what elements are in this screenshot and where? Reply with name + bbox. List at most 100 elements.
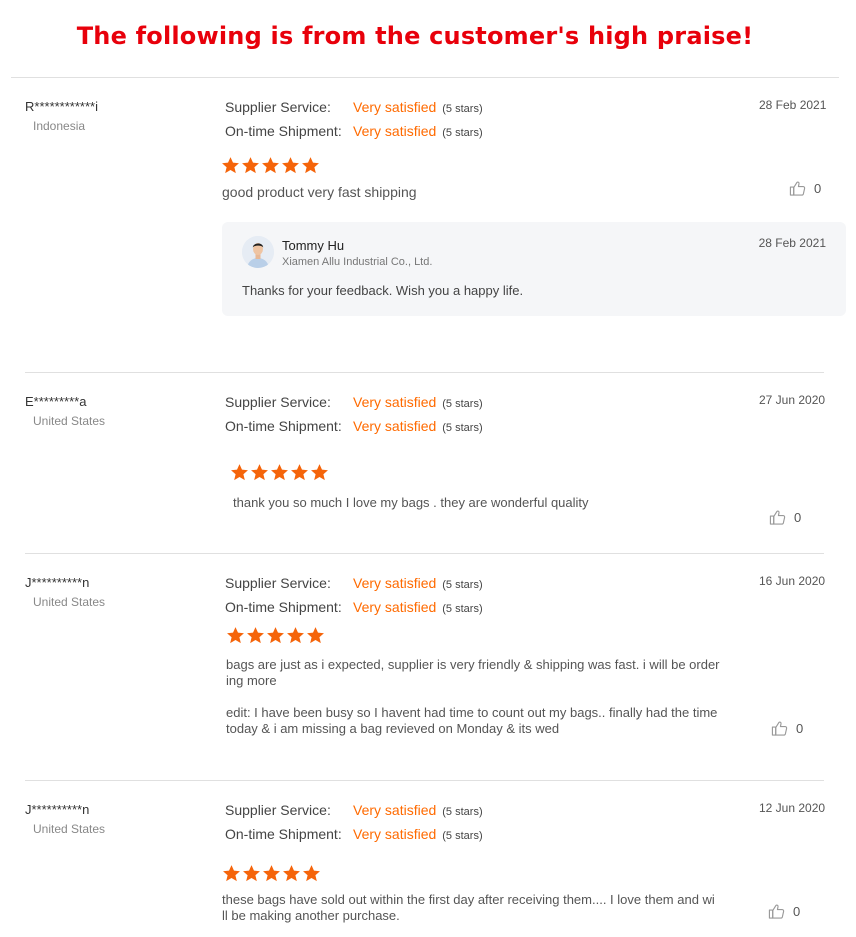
star-icon bbox=[226, 626, 245, 645]
like-button[interactable]: 0 bbox=[771, 720, 803, 737]
star-icon bbox=[242, 864, 261, 883]
review-comment: these bags have sold out within the firs… bbox=[222, 892, 715, 924]
review-comment: bags are just as i expected, supplier is… bbox=[226, 657, 720, 689]
rating-label: On-time Shipment: bbox=[225, 826, 342, 842]
rating-value: Very satisfied bbox=[353, 418, 437, 434]
star-icon bbox=[301, 156, 320, 175]
reply-text: Thanks for your feedback. Wish you a hap… bbox=[242, 283, 524, 298]
like-count: 0 bbox=[794, 510, 802, 525]
star-rating bbox=[221, 156, 320, 175]
rating-stars-text: (5 stars) bbox=[442, 127, 483, 139]
rating-value: Very satisfied bbox=[353, 826, 437, 842]
review-comment: thank you so much I love my bags . they … bbox=[233, 495, 589, 510]
rating-stars-text: (5 stars) bbox=[442, 103, 483, 115]
star-icon bbox=[241, 156, 260, 175]
like-button[interactable]: 0 bbox=[768, 903, 800, 920]
supplier-reply: Tommy Hu Xiamen Allu Industrial Co., Ltd… bbox=[222, 222, 846, 316]
reply-company: Xiamen Allu Industrial Co., Ltd. bbox=[282, 256, 433, 268]
shipment-rating: On-time Shipment: Very satisfied (5 stars) bbox=[225, 123, 483, 139]
shipment-rating: On-time Shipment: Very satisfied (5 stars) bbox=[225, 418, 483, 434]
star-icon bbox=[230, 463, 249, 482]
rating-label: Supplier Service: bbox=[225, 99, 331, 115]
like-count: 0 bbox=[796, 721, 804, 736]
star-icon bbox=[282, 864, 301, 883]
star-icon bbox=[250, 463, 269, 482]
like-count: 0 bbox=[793, 904, 801, 919]
buyer-name: J**********n bbox=[25, 802, 90, 817]
rating-value: Very satisfied bbox=[353, 802, 437, 818]
review-edit: edit: I have been busy so I havent had t… bbox=[226, 705, 717, 737]
star-icon bbox=[270, 463, 289, 482]
rating-value: Very satisfied bbox=[353, 123, 437, 139]
review-date: 28 Feb 2021 bbox=[759, 98, 827, 112]
like-count: 0 bbox=[814, 181, 822, 196]
rating-label: Supplier Service: bbox=[225, 575, 331, 591]
thumbs-up-icon bbox=[789, 180, 806, 197]
supplier-service-rating: Supplier Service: Very satisfied (5 stars) bbox=[225, 802, 483, 818]
rating-label: Supplier Service: bbox=[225, 394, 331, 410]
star-icon bbox=[266, 626, 285, 645]
comment-line: today & i am missing a bag revieved on M… bbox=[226, 721, 560, 736]
comment-line: bags are just as i expected, supplier is… bbox=[226, 657, 720, 672]
rating-label: On-time Shipment: bbox=[225, 418, 342, 434]
rating-stars-text: (5 stars) bbox=[442, 806, 483, 818]
star-icon bbox=[261, 156, 280, 175]
buyer-country: United States bbox=[33, 414, 106, 428]
shipment-rating: On-time Shipment: Very satisfied (5 stars) bbox=[225, 599, 483, 615]
like-button[interactable]: 0 bbox=[769, 509, 801, 526]
supplier-service-rating: Supplier Service: Very satisfied (5 stars) bbox=[225, 99, 483, 115]
buyer-name: R************i bbox=[25, 99, 98, 114]
star-icon bbox=[286, 626, 305, 645]
star-icon bbox=[262, 864, 281, 883]
rating-label: On-time Shipment: bbox=[225, 123, 342, 139]
reply-author: Tommy Hu bbox=[282, 238, 345, 253]
comment-line: ing more bbox=[226, 673, 277, 688]
rating-value: Very satisfied bbox=[353, 599, 437, 615]
review-comment: good product very fast shipping bbox=[222, 184, 417, 200]
star-icon bbox=[310, 463, 329, 482]
rating-value: Very satisfied bbox=[353, 394, 437, 410]
rating-label: Supplier Service: bbox=[225, 802, 331, 818]
rating-value: Very satisfied bbox=[353, 575, 437, 591]
rating-value: Very satisfied bbox=[353, 99, 437, 115]
buyer-name: J**********n bbox=[25, 575, 90, 590]
rating-stars-text: (5 stars) bbox=[442, 603, 483, 615]
buyer-name: E*********a bbox=[25, 394, 87, 409]
star-rating bbox=[222, 864, 321, 883]
thumbs-up-icon bbox=[771, 720, 788, 737]
divider bbox=[11, 77, 839, 78]
star-icon bbox=[306, 626, 325, 645]
divider bbox=[25, 372, 824, 373]
star-icon bbox=[290, 463, 309, 482]
star-rating bbox=[226, 626, 325, 645]
rating-stars-text: (5 stars) bbox=[442, 422, 483, 434]
rating-stars-text: (5 stars) bbox=[442, 579, 483, 591]
star-icon bbox=[246, 626, 265, 645]
supplier-service-rating: Supplier Service: Very satisfied (5 stars) bbox=[225, 575, 483, 591]
rating-stars-text: (5 stars) bbox=[442, 398, 483, 410]
rating-stars-text: (5 stars) bbox=[442, 830, 483, 842]
thumbs-up-icon bbox=[769, 509, 786, 526]
review-date: 16 Jun 2020 bbox=[759, 574, 826, 588]
star-icon bbox=[222, 864, 241, 883]
praise-banner: The following is from the customer's hig… bbox=[76, 22, 754, 50]
buyer-country: Indonesia bbox=[33, 119, 86, 133]
like-button[interactable]: 0 bbox=[789, 180, 821, 197]
divider bbox=[25, 553, 824, 554]
review-date: 27 Jun 2020 bbox=[759, 393, 826, 407]
shipment-rating: On-time Shipment: Very satisfied (5 stars) bbox=[225, 826, 483, 842]
reply-date: 28 Feb 2021 bbox=[758, 236, 826, 250]
thumbs-up-icon bbox=[768, 903, 785, 920]
comment-line: ll be making another purchase. bbox=[222, 908, 400, 923]
star-rating bbox=[230, 463, 329, 482]
divider bbox=[25, 780, 824, 781]
supplier-service-rating: Supplier Service: Very satisfied (5 stars) bbox=[225, 394, 483, 410]
star-icon bbox=[281, 156, 300, 175]
buyer-country: United States bbox=[33, 822, 106, 836]
rating-label: On-time Shipment: bbox=[225, 599, 342, 615]
review-date: 12 Jun 2020 bbox=[759, 801, 826, 815]
star-icon bbox=[302, 864, 321, 883]
comment-line: edit: I have been busy so I havent had t… bbox=[226, 705, 718, 720]
buyer-country: United States bbox=[33, 595, 106, 609]
comment-line: these bags have sold out within the firs… bbox=[222, 892, 715, 907]
